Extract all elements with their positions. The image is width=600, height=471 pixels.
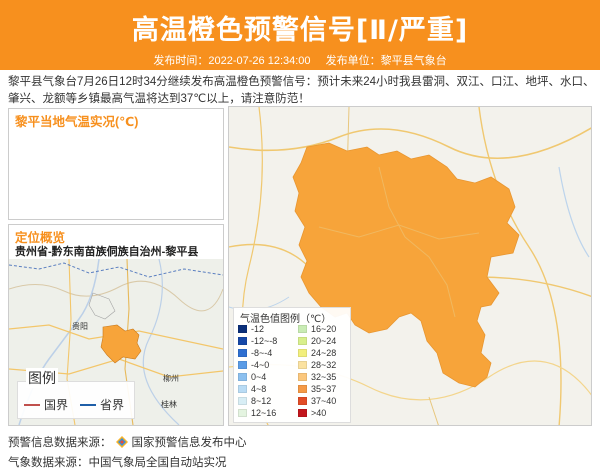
- location-overview-panel: 定位概览 贵州省-黔东南苗族侗族自治州-黎平县 贵阳 柳州 桂林 图例 国界 省…: [8, 224, 224, 426]
- temp-legend-item: 20~24: [298, 335, 352, 347]
- weather-source-row: 气象数据来源： 中国气象局全国自动站实况: [8, 452, 247, 471]
- location-label-guiyang: 贵阳: [72, 321, 88, 331]
- provincial-border-label: 省界: [100, 398, 125, 412]
- temp-legend-label: -4~0: [251, 360, 270, 370]
- temp-legend-item: 32~35: [298, 371, 352, 383]
- temp-legend-swatch: [298, 361, 307, 369]
- temp-legend-item: -4~0: [238, 359, 292, 371]
- temp-legend-swatch: [238, 385, 247, 393]
- warning-title: 高温橙色预警信号[Ⅱ/严重]: [131, 15, 469, 46]
- temp-legend-swatch: [238, 361, 247, 369]
- temp-legend-swatch: [238, 349, 247, 357]
- realtime-temperature-panel: 黎平当地气温实况(℃): [8, 108, 224, 220]
- temperature-color-legend: 气温色值图例（℃） -12 -12~-8 -8~-4 -4~0 0~4 4~8 8~12 12…: [233, 307, 351, 423]
- realtime-temperature-title: 黎平当地气温实况(℃): [15, 115, 139, 129]
- temp-legend-label: 35~37: [311, 384, 337, 394]
- temp-legend-label: 0~4: [251, 372, 267, 382]
- temp-legend-item: 24~28: [298, 347, 352, 359]
- location-subtitle: 贵州省-黔东南苗族侗族自治州-黎平县: [15, 246, 199, 258]
- temp-legend-swatch: [238, 409, 247, 417]
- legend-item-national-border: 国界: [24, 396, 68, 413]
- warning-description: 黎平县气象台7月26日12时34分继续发布高温橙色预警信号：预计未来24小时我县…: [8, 76, 595, 105]
- temp-legend-swatch: [298, 385, 307, 393]
- temp-legend-label: -12: [251, 324, 265, 334]
- temp-legend-swatch: [238, 373, 247, 381]
- temp-legend-swatch: [298, 373, 307, 381]
- data-sources: 预警信息数据来源： 国家预警信息发布中心 气象数据来源： 中国气象局全国自动站实…: [8, 432, 247, 471]
- temp-legend-item: 28~32: [298, 359, 352, 371]
- temp-legend-label: 37~40: [311, 396, 337, 406]
- temp-legend-swatch: [298, 325, 307, 333]
- temp-legend-swatch: [298, 397, 307, 405]
- national-border-line: [24, 403, 40, 406]
- temp-legend-item: 37~40: [298, 395, 352, 407]
- location-map-legend: 图例 国界 省界: [17, 368, 135, 419]
- location-label-guilin: 桂林: [161, 399, 177, 409]
- temp-legend-label: 28~32: [311, 360, 337, 370]
- temp-legend-item: 4~8: [238, 383, 292, 395]
- location-label-liuzhou: 柳州: [163, 373, 179, 383]
- temp-legend-item: -12: [238, 323, 292, 335]
- weather-source-label: 气象数据来源：: [8, 457, 89, 469]
- temp-legend-label: -8~-4: [251, 348, 273, 358]
- location-map[interactable]: 贵阳 柳州 桂林 图例 国界 省界: [9, 259, 223, 425]
- temp-legend-label: -12~-8: [251, 336, 278, 346]
- warning-header: 高温橙色预警信号[Ⅱ/严重] 发布时间：2022-07-26 12:34:00 …: [0, 0, 600, 70]
- temp-legend-swatch: [298, 349, 307, 357]
- temp-legend-swatch: [238, 325, 247, 333]
- temp-legend-label: >40: [311, 408, 327, 418]
- warning-source-row: 预警信息数据来源： 国家预警信息发布中心: [8, 432, 247, 452]
- temp-legend-item: 35~37: [298, 383, 352, 395]
- national-border-label: 国界: [44, 398, 69, 412]
- provincial-border-line: [80, 403, 96, 406]
- temp-legend-label: 4~8: [251, 384, 267, 394]
- warning-meta: 发布时间：2022-07-26 12:34:00 发布单位：黎平县气象台: [0, 52, 600, 68]
- warning-center-logo-icon: [115, 436, 128, 448]
- temp-legend-label: 20~24: [311, 336, 337, 346]
- temp-legend-label: 12~16: [251, 408, 277, 418]
- temp-legend-label: 32~35: [311, 372, 337, 382]
- temp-legend-item: >40: [298, 407, 352, 419]
- temp-legend-swatch: [238, 337, 247, 345]
- temp-legend-label: 16~20: [311, 324, 337, 334]
- location-legend-title: 图例: [26, 368, 58, 388]
- warning-source-value: 国家预警信息发布中心: [131, 437, 247, 449]
- warning-area-map-panel[interactable]: 气温色值图例（℃） -12 -12~-8 -8~-4 -4~0 0~4 4~8 8~12 12…: [228, 106, 592, 426]
- legend-item-provincial-border: 省界: [80, 396, 124, 413]
- temp-legend-label: 24~28: [311, 348, 337, 358]
- warning-source-label: 预警信息数据来源：: [8, 437, 112, 449]
- temp-legend-swatch: [238, 397, 247, 405]
- temp-legend-item: 0~4: [238, 371, 292, 383]
- temp-legend-swatch: [298, 409, 307, 417]
- temp-legend-label: 8~12: [251, 396, 272, 406]
- temp-legend-item: 8~12: [238, 395, 292, 407]
- temp-legend-swatch: [298, 337, 307, 345]
- weather-source-value: 中国气象局全国自动站实况: [88, 457, 227, 469]
- temp-legend-item: -8~-4: [238, 347, 292, 359]
- temp-legend-item: 12~16: [238, 407, 292, 419]
- temp-legend-item: -12~-8: [238, 335, 292, 347]
- publish-time: 发布时间：2022-07-26 12:34:00: [153, 55, 311, 67]
- temp-legend-item: 16~20: [298, 323, 352, 335]
- publisher: 发布单位：黎平县气象台: [325, 55, 447, 67]
